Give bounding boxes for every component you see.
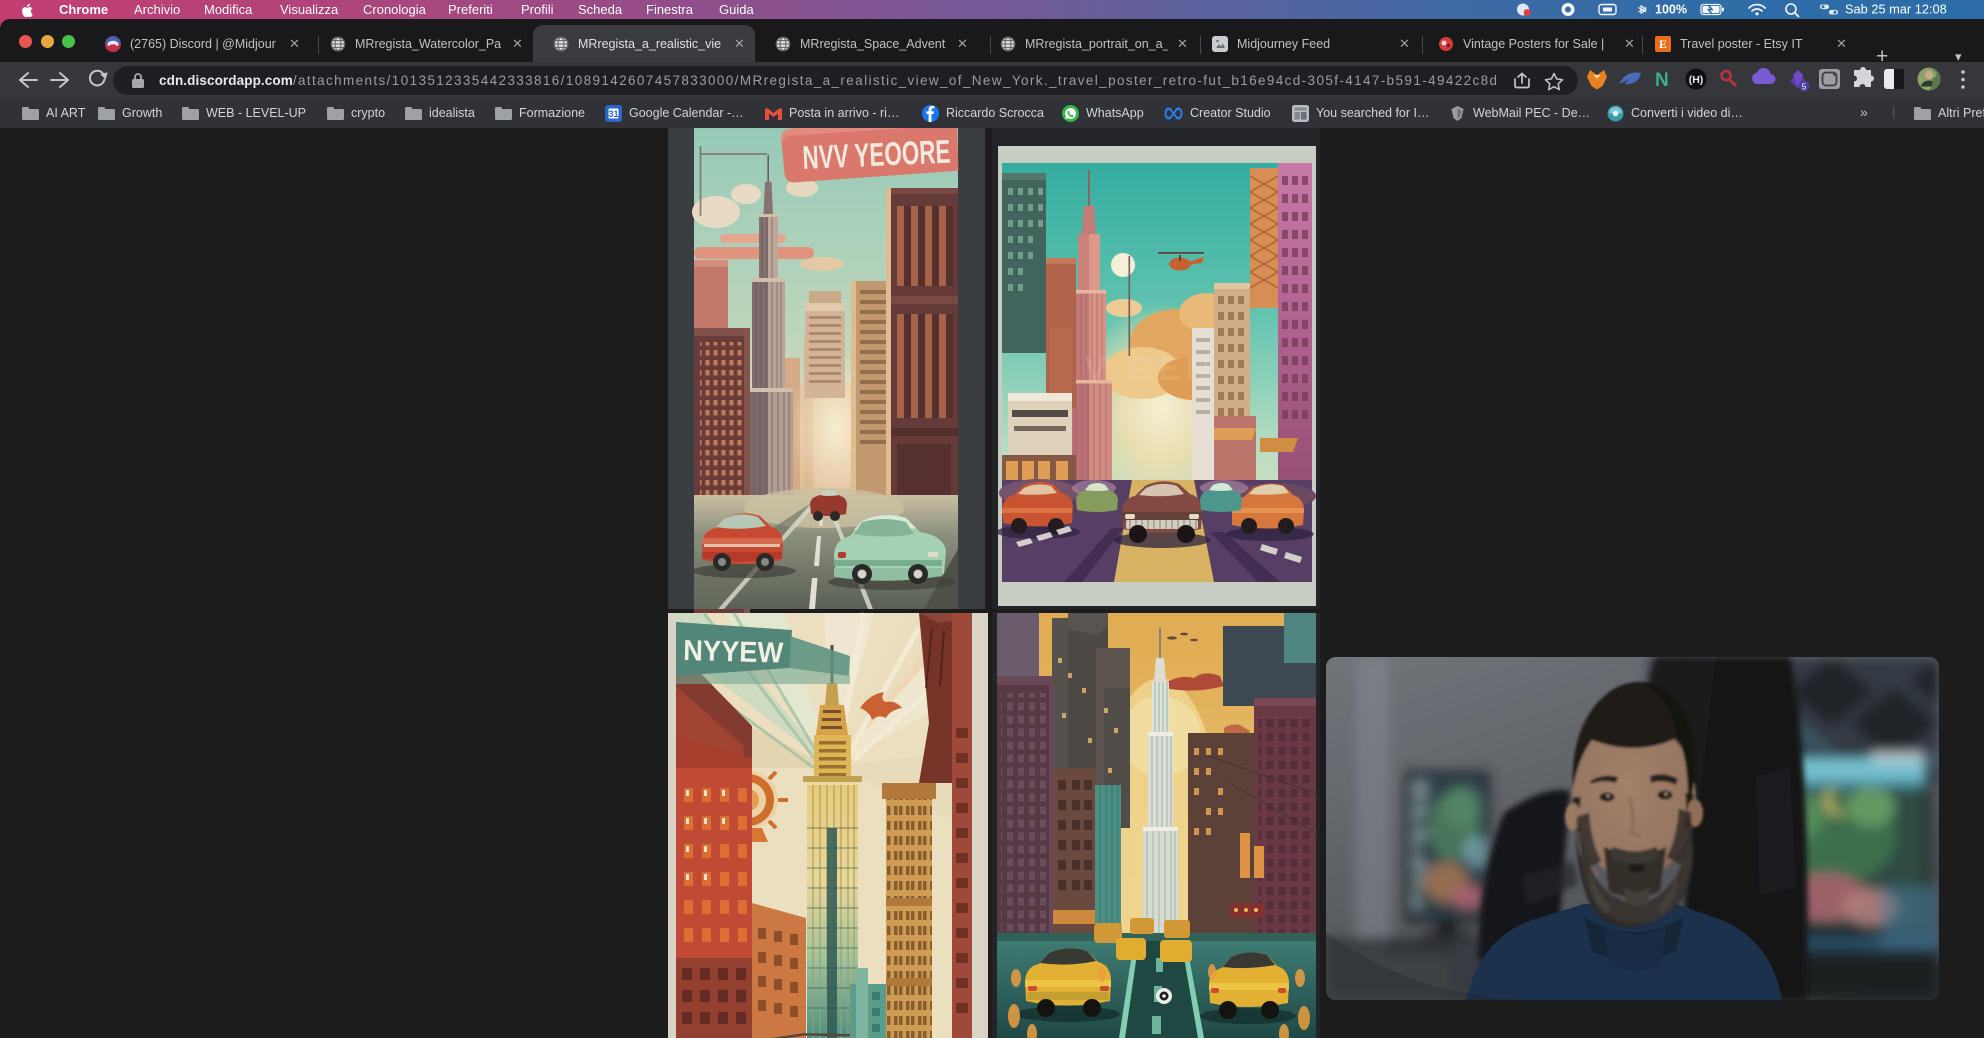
svg-text:Sab 25 mar 12:08: Sab 25 mar 12:08 [1845, 2, 1947, 17]
svg-text:N: N [1655, 70, 1669, 91]
svg-text:5: 5 [1802, 82, 1807, 92]
svg-text:31: 31 [608, 109, 618, 119]
svg-text:V GEN: V GEN [1084, 350, 1215, 388]
svg-text:(H): (H) [1689, 74, 1704, 86]
svg-text:E: E [1659, 39, 1667, 51]
svg-text:100%: 100% [1655, 3, 1687, 17]
svg-text:NVV YEOORE: NVV YEOORE [802, 133, 951, 176]
svg-text:NYYEW: NYYEW [683, 635, 784, 670]
